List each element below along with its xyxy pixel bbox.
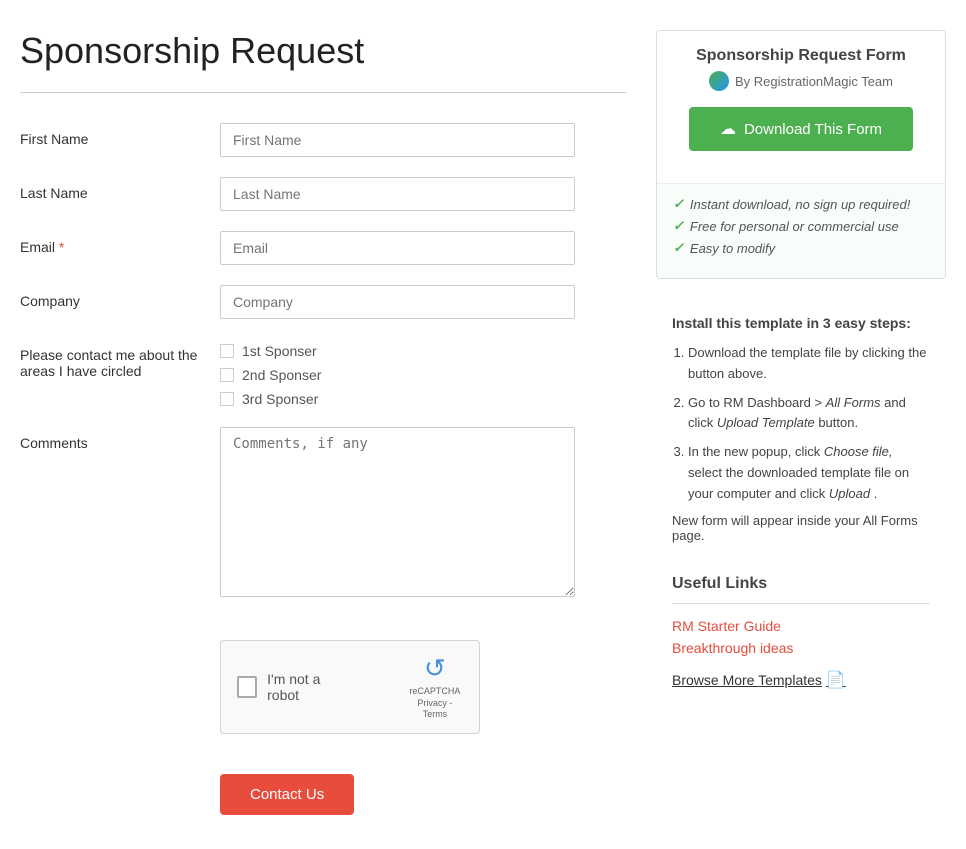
upload-text: Upload: [829, 486, 870, 501]
sponsorship-row: Please contact me about the areas I have…: [20, 339, 626, 407]
sponsorship-field: 1st Sponser 2nd Sponser 3rd Sponser: [220, 339, 626, 407]
sidebar-author: By RegistrationMagic Team: [673, 71, 929, 91]
company-label: Company: [20, 285, 220, 309]
last-name-field: [220, 177, 626, 211]
sponser-2-checkbox[interactable]: [220, 368, 234, 382]
first-name-label: First Name: [20, 123, 220, 147]
new-form-note: New form will appear inside your All For…: [672, 513, 930, 543]
recaptcha-icon: ↺: [424, 653, 446, 684]
browse-more-label: Browse More Templates: [672, 672, 822, 688]
download-icon: ☁: [720, 119, 736, 139]
check-icon-2: ✓: [673, 218, 684, 234]
captcha-box[interactable]: I'm not a robot ↺ reCAPTCHAPrivacy - Ter…: [220, 640, 480, 734]
required-star: *: [55, 239, 64, 255]
comments-label: Comments: [20, 427, 220, 451]
sponser-1-item[interactable]: 1st Sponser: [220, 343, 626, 359]
useful-links-section: Useful Links RM Starter Guide Breakthrou…: [656, 559, 946, 706]
first-name-row: First Name: [20, 123, 626, 157]
upload-template-text: Upload Template: [717, 415, 815, 430]
last-name-input[interactable]: [220, 177, 575, 211]
first-name-field: [220, 123, 626, 157]
email-row: Email *: [20, 231, 626, 265]
browse-more-icon: 📄: [826, 670, 846, 690]
sidebar: Sponsorship Request Form By Registration…: [656, 30, 946, 815]
submit-button[interactable]: Contact Us: [220, 774, 354, 815]
company-input[interactable]: [220, 285, 575, 319]
sponser-1-checkbox[interactable]: [220, 344, 234, 358]
sponser-3-label: 3rd Sponser: [242, 391, 318, 407]
check-icon-3: ✓: [673, 240, 684, 256]
captcha-left: I'm not a robot: [237, 671, 347, 703]
all-forms-text-2: All Forms: [863, 513, 918, 528]
feature-1-text: Instant download, no sign up required!: [690, 197, 910, 212]
feature-3-text: Easy to modify: [690, 241, 775, 256]
feature-1: ✓ Instant download, no sign up required!: [673, 196, 929, 212]
install-title: Install this template in 3 easy steps:: [672, 315, 930, 331]
download-button[interactable]: ☁ Download This Form: [689, 107, 913, 151]
first-name-input[interactable]: [220, 123, 575, 157]
features-list: ✓ Instant download, no sign up required!…: [657, 184, 945, 278]
captcha-brand: reCAPTCHAPrivacy - Terms: [407, 686, 463, 721]
sponser-1-label: 1st Sponser: [242, 343, 317, 359]
author-label: By RegistrationMagic Team: [735, 74, 893, 89]
comments-textarea[interactable]: [220, 427, 575, 597]
sponser-3-item[interactable]: 3rd Sponser: [220, 391, 626, 407]
captcha-right: ↺ reCAPTCHAPrivacy - Terms: [407, 653, 463, 721]
checkbox-group: 1st Sponser 2nd Sponser 3rd Sponser: [220, 339, 626, 407]
feature-3: ✓ Easy to modify: [673, 240, 929, 256]
feature-2: ✓ Free for personal or commercial use: [673, 218, 929, 234]
page-title: Sponsorship Request: [20, 30, 626, 72]
email-input[interactable]: [220, 231, 575, 265]
company-row: Company: [20, 285, 626, 319]
author-icon: [709, 71, 729, 91]
main-content: Sponsorship Request First Name Last Name…: [20, 30, 626, 815]
email-field: [220, 231, 626, 265]
sidebar-form-title: Sponsorship Request Form: [673, 47, 929, 65]
sponsorship-label: Please contact me about the areas I have…: [20, 339, 220, 379]
comments-row: Comments: [20, 427, 626, 600]
install-section: Install this template in 3 easy steps: D…: [656, 299, 946, 559]
form-divider: [20, 92, 626, 93]
rm-starter-guide-link[interactable]: RM Starter Guide: [672, 618, 930, 634]
useful-links-divider: [672, 603, 930, 604]
sidebar-card: Sponsorship Request Form By Registration…: [656, 30, 946, 279]
sponser-2-label: 2nd Sponser: [242, 367, 321, 383]
sidebar-header: Sponsorship Request Form By Registration…: [657, 31, 945, 184]
captcha-checkbox[interactable]: [237, 676, 257, 698]
install-step-2: Go to RM Dashboard > All Forms and click…: [688, 393, 930, 435]
download-btn-label: Download This Form: [744, 121, 882, 138]
browse-more-button[interactable]: Browse More Templates 📄: [672, 670, 846, 690]
sponser-3-checkbox[interactable]: [220, 392, 234, 406]
email-label: Email *: [20, 231, 220, 255]
last-name-row: Last Name: [20, 177, 626, 211]
captcha-label: I'm not a robot: [267, 671, 347, 703]
install-step-1: Download the template file by clicking t…: [688, 343, 930, 385]
last-name-label: Last Name: [20, 177, 220, 201]
useful-links-title: Useful Links: [672, 575, 930, 593]
company-field: [220, 285, 626, 319]
feature-2-text: Free for personal or commercial use: [690, 219, 899, 234]
comments-field: [220, 427, 626, 600]
submit-area: Contact Us: [220, 774, 626, 815]
install-step-3: In the new popup, click Choose file, sel…: [688, 442, 930, 504]
all-forms-text-1: All Forms: [826, 395, 881, 410]
install-steps: Download the template file by clicking t…: [672, 343, 930, 505]
sponser-2-item[interactable]: 2nd Sponser: [220, 367, 626, 383]
breakthrough-ideas-link[interactable]: Breakthrough ideas: [672, 640, 930, 656]
check-icon-1: ✓: [673, 196, 684, 212]
choose-file-text: Choose file,: [824, 444, 893, 459]
